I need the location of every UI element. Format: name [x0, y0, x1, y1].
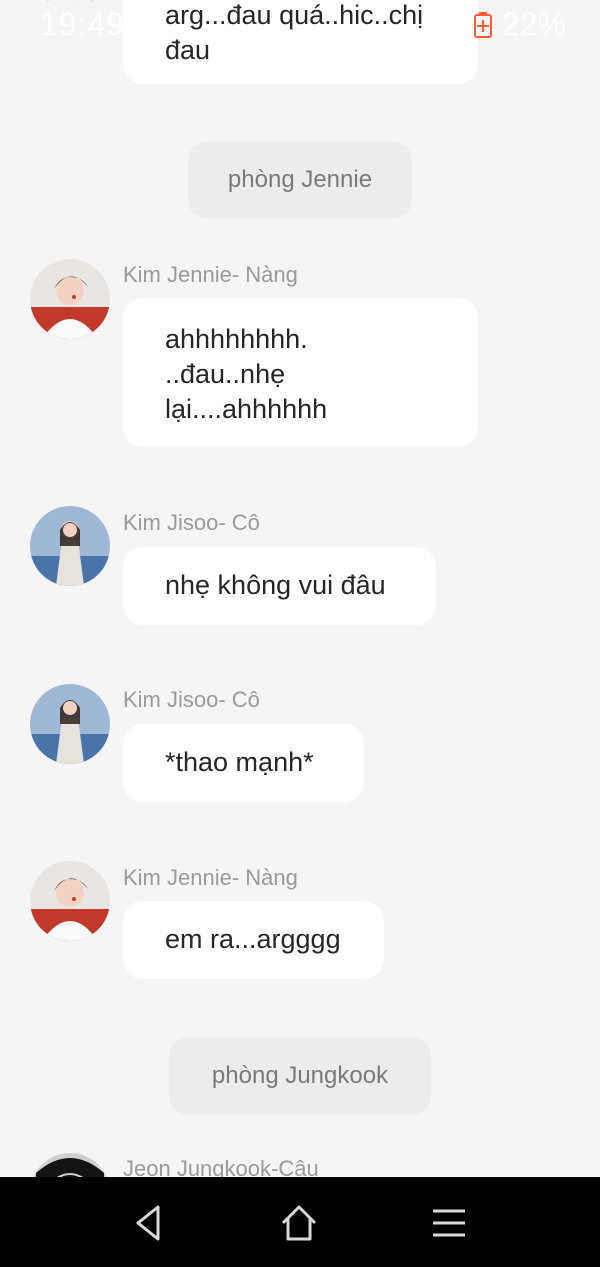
- navigation-bar: [0, 1177, 600, 1267]
- sender-name: Kim Jennie- Nàng: [123, 865, 298, 890]
- back-triangle-icon[interactable]: [126, 1201, 170, 1245]
- message-bubble[interactable]: ahhhhhhhh. ..đau..nhẹ lại....ahhhhhh: [123, 298, 478, 447]
- battery-charging-icon: [474, 12, 492, 38]
- message-text: arg...đau quá..hic..chị đau: [165, 0, 424, 65]
- home-icon[interactable]: [277, 1201, 321, 1245]
- avatar-image: [30, 259, 110, 339]
- avatar[interactable]: [30, 506, 110, 586]
- avatar-image: [30, 684, 110, 764]
- battery-percent: 22%: [502, 6, 567, 42]
- message-bubble[interactable]: em ra...argggg: [123, 901, 384, 979]
- message-text: em ra...argggg: [165, 924, 341, 954]
- menu-icon[interactable]: [427, 1201, 471, 1245]
- status-time: 19:49: [40, 6, 126, 42]
- message-bubble[interactable]: *thao mạnh*: [123, 724, 364, 802]
- sender-name: Kim Jisoo- Cô: [123, 510, 260, 535]
- avatar[interactable]: [30, 259, 110, 339]
- message-bubble[interactable]: nhẹ không vui đâu: [123, 547, 436, 625]
- avatar[interactable]: [30, 684, 110, 764]
- narration-text: phòng Jungkook: [211, 1062, 389, 1089]
- message-text: ahhhhhhhh. ..đau..nhẹ lại....ahhhhhh: [165, 324, 328, 424]
- sender-name: Kim Jennie- Nàng: [123, 262, 298, 287]
- sender-name: Kim Jisoo- Cô: [123, 687, 260, 712]
- message-text: *thao mạnh*: [165, 747, 314, 777]
- message-bubble[interactable]: arg...đau quá..hic..chị đau: [123, 0, 478, 84]
- narration-bubble: phòng Jennie: [188, 142, 412, 218]
- avatar-image: [30, 861, 110, 941]
- narration-bubble: phòng Jungkook: [169, 1038, 431, 1114]
- avatar[interactable]: [30, 861, 110, 941]
- chat-screen: arg...đau quá..hic..chị đau 19:49 22% ph…: [0, 0, 600, 1267]
- message-text: nhẹ không vui đâu: [165, 570, 386, 600]
- narration-text: phòng Jennie: [227, 166, 373, 193]
- avatar-image: [30, 506, 110, 586]
